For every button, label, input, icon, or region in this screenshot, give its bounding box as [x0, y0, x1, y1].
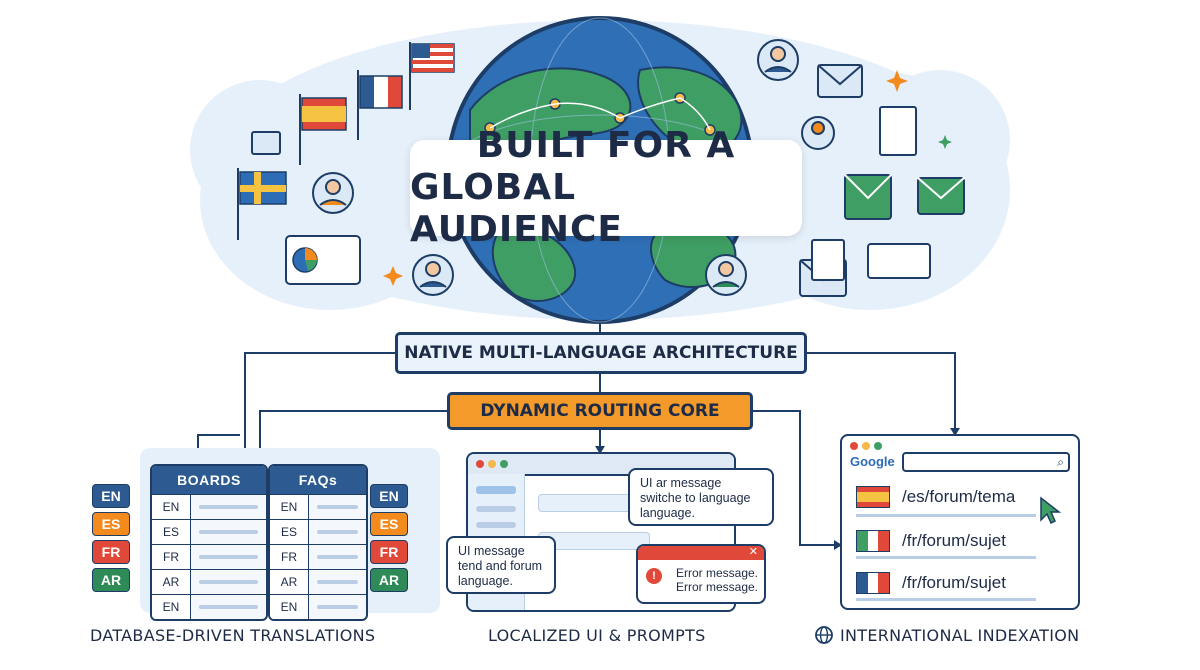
table-row: EN	[270, 494, 366, 519]
footer-database-label: DATABASE-DRIVEN TRANSLATIONS	[90, 626, 376, 645]
lang-code: FR	[152, 545, 191, 569]
boards-table-header: BOARDS	[152, 466, 266, 494]
flag-spain-icon	[856, 486, 890, 508]
window-minimize-dot[interactable]	[488, 460, 496, 468]
lang-code: EN	[270, 495, 309, 519]
window-close-dot[interactable]	[476, 460, 484, 468]
lang-code: AR	[152, 570, 191, 594]
browser-maximize-dot[interactable]	[874, 442, 882, 450]
search-result-fr[interactable]: /fr/forum/sujet	[856, 572, 1006, 594]
result-url: /es/forum/tema	[902, 487, 1016, 506]
boards-table: BOARDS EN ES FR AR EN	[150, 464, 268, 621]
lang-code: EN	[152, 595, 191, 619]
footer-localized-label: LOCALIZED UI & PROMPTS	[488, 626, 706, 645]
close-icon[interactable]: ✕	[749, 546, 758, 558]
world-icon	[815, 626, 833, 644]
infographic: BUILT FOR A GLOBAL AUDIENCE NATIVE MULTI…	[0, 0, 1200, 670]
search-brand-logo: Google	[850, 454, 895, 469]
result-snippet-line	[856, 598, 1036, 601]
table-row: EN	[152, 594, 266, 619]
browser-close-dot[interactable]	[850, 442, 858, 450]
flag-italy-icon	[856, 530, 890, 552]
faqs-table: FAQs EN ES FR AR EN	[268, 464, 368, 621]
flag-france-icon	[856, 572, 890, 594]
lang-code: AR	[270, 570, 309, 594]
error-line-2: Error message.	[675, 580, 758, 594]
routing-core-banner: DYNAMIC ROUTING CORE	[447, 392, 753, 430]
result-snippet-line	[856, 514, 1036, 517]
lang-code: EN	[270, 595, 309, 619]
table-row: EN	[270, 594, 366, 619]
lang-code: EN	[152, 495, 191, 519]
lang-code: ES	[152, 520, 191, 544]
result-snippet-line	[856, 556, 1036, 559]
footer-indexation-label: INTERNATIONAL INDEXATION	[840, 626, 1080, 645]
table-row: ES	[270, 519, 366, 544]
native-architecture-banner: NATIVE MULTI-LANGUAGE ARCHITECTURE	[395, 332, 807, 374]
table-row: FR	[270, 544, 366, 569]
faqs-table-header: FAQs	[270, 466, 366, 494]
lang-tag-ar-right: AR	[370, 568, 408, 592]
lang-tag-fr-right: FR	[370, 540, 408, 564]
search-browser-window: Google ⌕ /es/forum/tema /fr/forum/sujet …	[840, 434, 1080, 610]
error-dialog: ✕ ! Error message. Error message.	[636, 544, 766, 604]
lang-tag-en-left: EN	[92, 484, 130, 508]
error-line-1: Error message.	[675, 566, 758, 580]
search-result-it[interactable]: /fr/forum/sujet	[856, 530, 1006, 552]
table-row: FR	[152, 544, 266, 569]
table-row: AR	[270, 569, 366, 594]
table-row: EN	[152, 494, 266, 519]
window-maximize-dot[interactable]	[500, 460, 508, 468]
lang-tag-fr-left: FR	[92, 540, 130, 564]
lang-tag-en-right: EN	[370, 484, 408, 508]
search-input[interactable]: ⌕	[902, 452, 1070, 472]
result-url: /fr/forum/sujet	[902, 573, 1006, 592]
message-bubble-top: UI ar message switche to language langua…	[628, 468, 774, 526]
error-text: Error message. Error message.	[666, 566, 758, 594]
lang-tag-es-right: ES	[370, 512, 408, 536]
content-card	[538, 494, 640, 512]
title-line-2: GLOBAL AUDIENCE	[410, 167, 623, 250]
lang-code: ES	[270, 520, 309, 544]
table-row: AR	[152, 569, 266, 594]
lang-tag-es-left: ES	[92, 512, 130, 536]
browser-minimize-dot[interactable]	[862, 442, 870, 450]
message-bubble-left: UI message tend and forum language.	[446, 536, 556, 594]
lang-tag-ar-left: AR	[92, 568, 130, 592]
cursor-icon	[1040, 496, 1062, 525]
search-icon[interactable]: ⌕	[1057, 455, 1064, 470]
error-icon: !	[646, 568, 662, 584]
lang-code: FR	[270, 545, 309, 569]
table-row: ES	[152, 519, 266, 544]
result-url: /fr/forum/sujet	[902, 531, 1006, 550]
chart-mini-icon	[292, 247, 318, 273]
error-dialog-bar: ✕	[638, 546, 764, 560]
title-line-1: BUILT FOR A	[476, 125, 736, 166]
title-card: BUILT FOR A GLOBAL AUDIENCE	[410, 125, 802, 250]
search-result-es[interactable]: /es/forum/tema	[856, 486, 1015, 508]
